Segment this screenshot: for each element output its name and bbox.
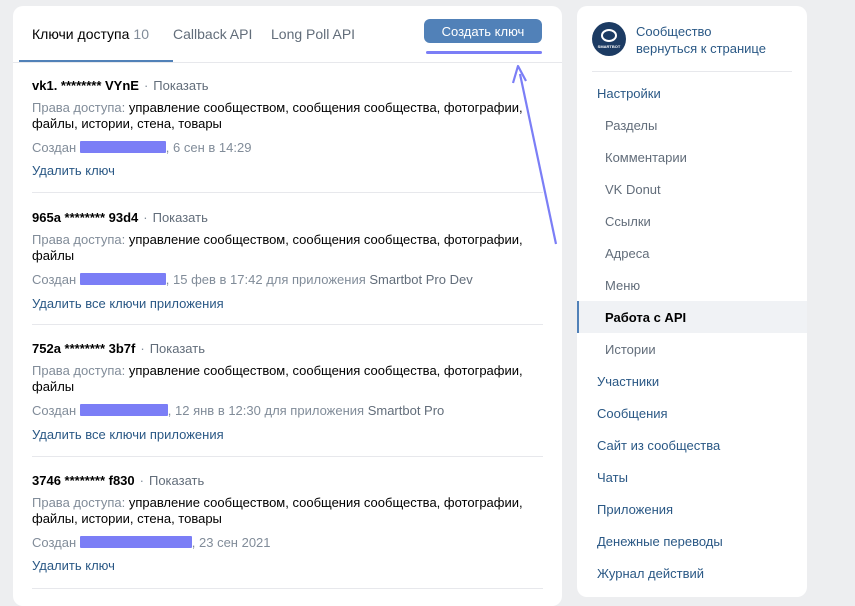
divider: [32, 588, 543, 589]
tab-access-keys[interactable]: Ключи доступа 10: [32, 26, 149, 42]
redacted-creator: [79, 404, 168, 416]
back-to-page-link[interactable]: вернуться к странице: [636, 41, 766, 56]
app-text: для приложения: [260, 403, 368, 418]
key-header: 3746 ******** f830 · Показать: [32, 473, 204, 488]
tab-access-keys-label: Ключи доступа: [32, 26, 130, 42]
tab-long-poll-api[interactable]: Long Poll API: [271, 26, 355, 42]
key-id: 3746 ******** f830: [32, 473, 135, 488]
key-id: 965a ******** 93d4: [32, 210, 139, 225]
sidebar-item-api[interactable]: Работа с API: [577, 301, 807, 333]
sidebar-item-comments[interactable]: Комментарии: [577, 141, 807, 173]
sidebar-item-members[interactable]: Участники: [577, 365, 807, 397]
logo-ring-icon: [601, 29, 617, 42]
key-id: 752a ******** 3b7f: [32, 341, 136, 356]
sidebar-item-action-log[interactable]: Журнал действий: [577, 557, 807, 589]
separator-dot: ·: [139, 473, 144, 488]
app-text: для приложения: [262, 272, 370, 287]
permissions-label: Права доступа:: [32, 100, 126, 115]
separator-dot: ·: [140, 341, 145, 356]
delete-app-keys-link[interactable]: Удалить все ключи приложения: [32, 427, 224, 442]
key-created: Создан , 6 сен в 14:29: [32, 140, 251, 155]
active-tab-indicator: [19, 60, 173, 62]
sidebar-item-chats[interactable]: Чаты: [577, 461, 807, 493]
sidebar-item-money-transfers[interactable]: Денежные переводы: [577, 525, 807, 557]
separator-dot: ·: [143, 78, 149, 93]
community-title[interactable]: Сообщество: [636, 24, 712, 39]
divider: [32, 324, 543, 325]
tab-callback-api[interactable]: Callback API: [173, 26, 252, 42]
sidebar: SMARTBOT Сообщество вернуться к странице…: [577, 6, 807, 597]
show-key-link[interactable]: Показать: [149, 473, 204, 488]
delete-key-link[interactable]: Удалить ключ: [32, 558, 115, 573]
key-permissions: Права доступа: управление сообществом, с…: [32, 495, 532, 527]
key-header: 965a ******** 93d4 · Показать: [32, 210, 208, 225]
key-created: Создан , 23 сен 2021: [32, 535, 271, 550]
sidebar-item-settings[interactable]: Настройки: [577, 77, 807, 109]
create-key-button[interactable]: Создать ключ: [424, 19, 542, 43]
app-link[interactable]: Smartbot Pro Dev: [369, 272, 472, 287]
key-permissions: Права доступа: управление сообществом, с…: [32, 232, 532, 264]
sidebar-item-site[interactable]: Сайт из сообщества: [577, 429, 807, 461]
permissions-label: Права доступа:: [32, 363, 126, 378]
show-key-link[interactable]: Показать: [153, 78, 208, 93]
redacted-creator: [79, 536, 192, 548]
key-permissions: Права доступа: управление сообществом, с…: [32, 100, 532, 132]
created-date: , 12 янв в 12:30: [167, 403, 261, 418]
sidebar-item-vk-donut[interactable]: VK Donut: [577, 173, 807, 205]
key-created: Создан , 12 янв в 12:30 для приложения S…: [32, 403, 444, 418]
key-permissions: Права доступа: управление сообществом, с…: [32, 363, 532, 395]
sidebar-divider: [592, 71, 792, 72]
permissions-label: Права доступа:: [32, 495, 126, 510]
delete-key-link[interactable]: Удалить ключ: [32, 163, 115, 178]
sidebar-item-links[interactable]: Ссылки: [577, 205, 807, 237]
annotation-underline: [426, 51, 542, 54]
created-label: Создан: [32, 403, 77, 418]
community-avatar[interactable]: SMARTBOT: [592, 22, 626, 56]
sidebar-item-stories[interactable]: Истории: [577, 333, 807, 365]
redacted-creator: [79, 141, 166, 153]
separator-dot: ·: [143, 210, 148, 225]
permissions-label: Права доступа:: [32, 232, 126, 247]
tabs-bar: Ключи доступа 10 Callback API Long Poll A…: [13, 6, 562, 63]
key-id: vk1. ******** VYnE: [32, 78, 139, 93]
key-created: Создан , 15 фев в 17:42 для приложения S…: [32, 272, 473, 287]
sidebar-item-apps[interactable]: Приложения: [577, 493, 807, 525]
divider: [32, 192, 543, 193]
created-date: , 6 сен в 14:29: [165, 140, 252, 155]
tab-access-keys-count: 10: [133, 26, 149, 42]
created-label: Создан: [32, 140, 77, 155]
delete-app-keys-link[interactable]: Удалить все ключи приложения: [32, 296, 224, 311]
app-link[interactable]: Smartbot Pro: [368, 403, 445, 418]
show-key-link[interactable]: Показать: [153, 210, 208, 225]
redacted-creator: [79, 273, 166, 285]
main-panel: Ключи доступа 10 Callback API Long Poll A…: [13, 6, 562, 606]
key-header: 752a ******** 3b7f · Показать: [32, 341, 205, 356]
avatar-logo-text: SMARTBOT: [597, 44, 621, 49]
divider: [32, 456, 543, 457]
created-date: , 23 сен 2021: [191, 535, 271, 550]
created-label: Создан: [32, 535, 77, 550]
key-header: vk1. ******** VYnE · Показать: [32, 78, 209, 93]
sidebar-item-messages[interactable]: Сообщения: [577, 397, 807, 429]
created-date: , 15 фев в 17:42: [165, 272, 263, 287]
sidebar-item-addresses[interactable]: Адреса: [577, 237, 807, 269]
created-label: Создан: [32, 272, 77, 287]
sidebar-item-menu[interactable]: Меню: [577, 269, 807, 301]
show-key-link[interactable]: Показать: [150, 341, 205, 356]
sidebar-item-sections[interactable]: Разделы: [577, 109, 807, 141]
